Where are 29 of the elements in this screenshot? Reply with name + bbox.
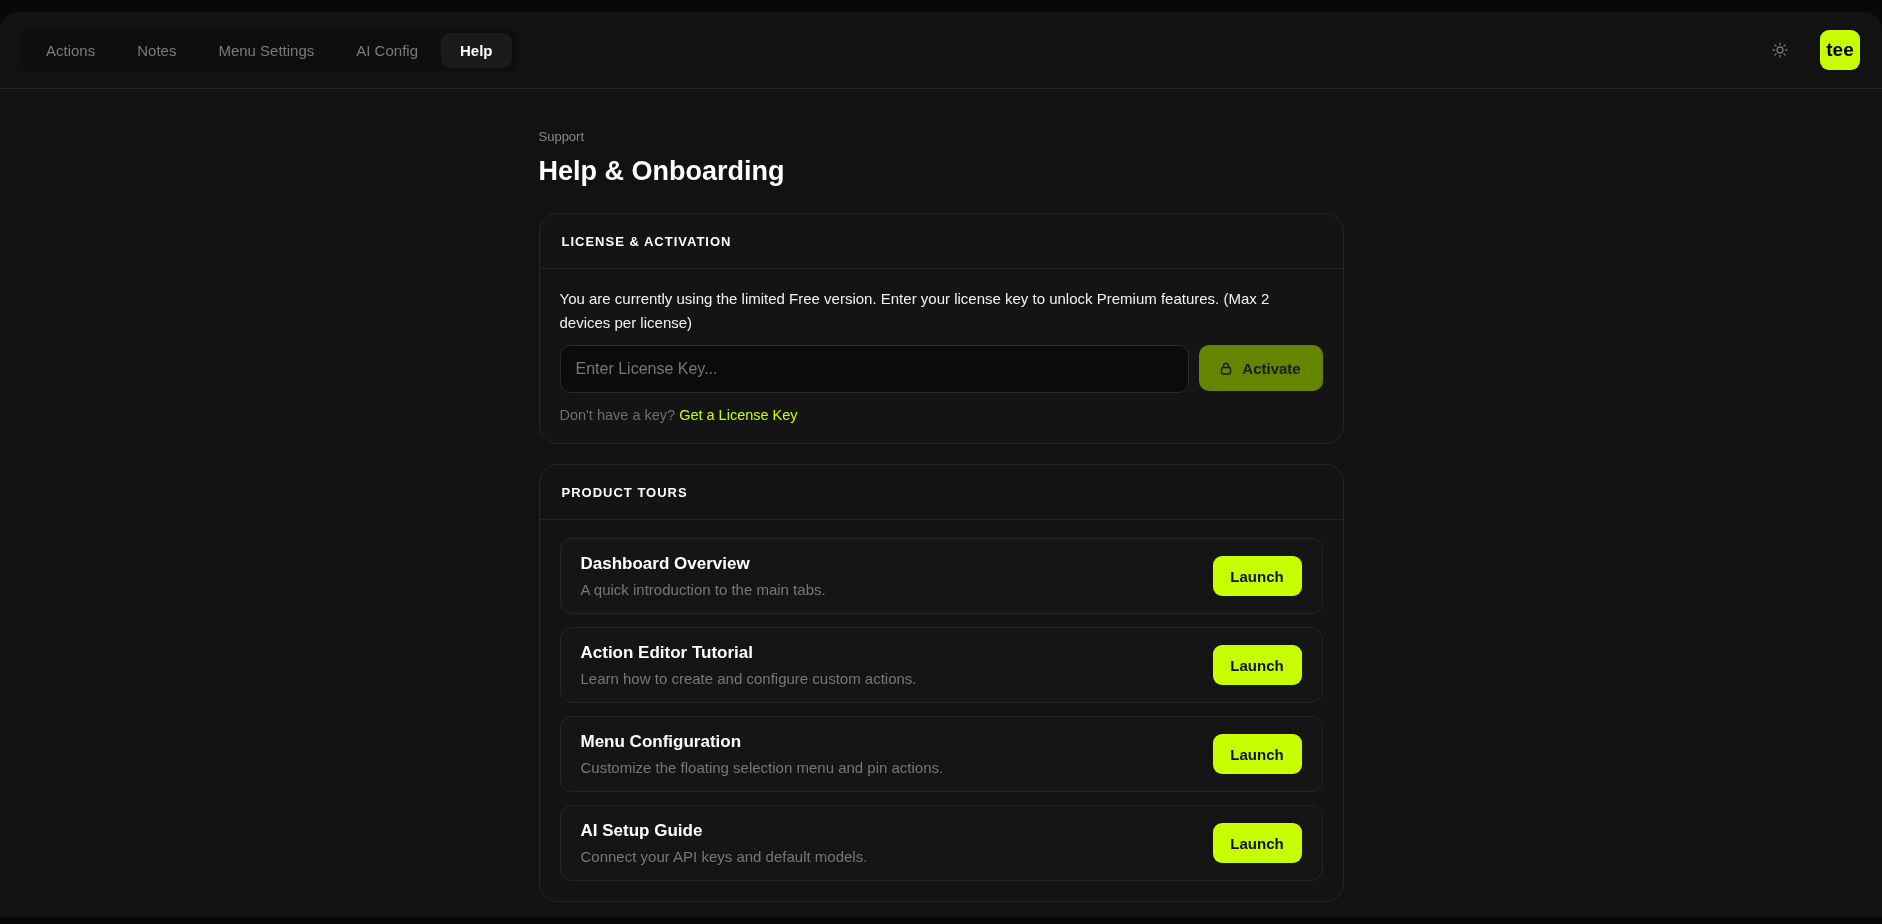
tab[interactable]: Help xyxy=(441,32,512,68)
page-title: Help & Onboarding xyxy=(538,156,786,187)
tour-title: Menu Configuration xyxy=(580,732,743,752)
lock-icon xyxy=(1220,361,1233,375)
tab[interactable]: Actions xyxy=(27,32,115,68)
launch-button[interactable]: Launch xyxy=(1212,823,1302,863)
card-heading: PRODUCT TOURS xyxy=(561,485,688,500)
license-key-field[interactable]: Enter License Key... xyxy=(559,345,1189,393)
card-heading: LICENSE & ACTIVATION xyxy=(561,234,732,249)
tab[interactable]: Notes xyxy=(118,32,196,68)
activate-button[interactable]: Activate xyxy=(1198,345,1323,391)
tour-description: A quick introduction to the main tabs. xyxy=(580,581,826,598)
launch-button[interactable]: Launch xyxy=(1212,645,1302,685)
tour-description: Learn how to create and configure custom actions. xyxy=(580,670,917,687)
tab[interactable]: Menu Settings xyxy=(199,32,334,68)
launch-button[interactable]: Launch xyxy=(1212,734,1302,774)
tab[interactable]: AI Config xyxy=(337,32,437,68)
hint-text: Don't have a key? xyxy=(559,407,676,423)
launch-button[interactable]: Launch xyxy=(1212,556,1302,596)
license-description: You are currently using the limited Free version. Enter your license key to unlock Premium features. (Max 2 devices per license) xyxy=(559,289,1271,333)
license-link[interactable]: Get a License Key xyxy=(679,407,798,423)
sun-icon[interactable] xyxy=(1772,42,1788,58)
section-label: Support xyxy=(538,129,586,144)
tour-description: Connect your API keys and default models. xyxy=(580,848,868,865)
tour-title: Dashboard Overview xyxy=(580,554,751,574)
tour-description: Customize the floating selection menu and pin actions. xyxy=(580,759,944,776)
tour-title: AI Setup Guide xyxy=(580,821,704,841)
tour-title: Action Editor Tutorial xyxy=(580,643,754,663)
logo-badge[interactable]: tee xyxy=(1820,30,1860,70)
